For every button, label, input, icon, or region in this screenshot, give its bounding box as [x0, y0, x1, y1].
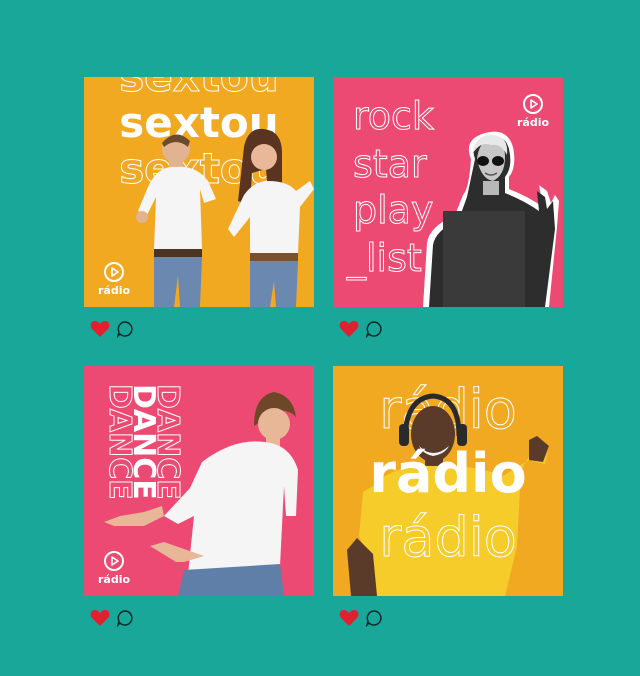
outline-line-1: rock: [353, 94, 434, 138]
logo-label: rádio: [98, 284, 131, 297]
outline-line-4: _list: [346, 236, 422, 280]
rockstar-photo: [423, 131, 559, 307]
heart-icon[interactable]: [339, 609, 359, 627]
outline-word-right: DANCE: [150, 384, 185, 500]
play-icon: [104, 551, 125, 571]
comment-icon[interactable]: [116, 320, 134, 338]
outline-line-3: play: [353, 188, 433, 232]
headline-word: rádio: [369, 442, 526, 505]
post-actions: [339, 609, 383, 627]
outline-word-bottom: rádio: [379, 506, 517, 569]
heart-icon[interactable]: [90, 609, 110, 627]
post-card-radio[interactable]: rádio rádio rádio: [333, 366, 563, 596]
radio-logo: rádio: [98, 261, 130, 297]
logo-label: rádio: [98, 573, 131, 586]
comment-icon[interactable]: [365, 320, 383, 338]
post-card-rockstar[interactable]: rock star play _list rádio: [333, 77, 563, 307]
logo-label: rádio: [517, 116, 550, 129]
post-actions: [339, 320, 383, 338]
post-card-dance[interactable]: DANCE DANCE DANCE rádio: [84, 366, 314, 596]
play-icon: [523, 94, 544, 114]
heart-icon[interactable]: [339, 320, 359, 338]
post-card-sextou[interactable]: sextou sextou sextou rádio: [84, 77, 314, 307]
play-icon: [104, 262, 125, 282]
radio-logo: rádio: [98, 550, 130, 586]
post-artwork: rádio rádio rádio: [347, 378, 549, 596]
comment-icon[interactable]: [116, 609, 134, 627]
post-actions: [90, 320, 134, 338]
comment-icon[interactable]: [365, 609, 383, 627]
radio-logo: rádio: [517, 93, 549, 129]
post-actions: [90, 609, 134, 627]
outline-line-2: star: [353, 142, 427, 186]
heart-icon[interactable]: [90, 320, 110, 338]
